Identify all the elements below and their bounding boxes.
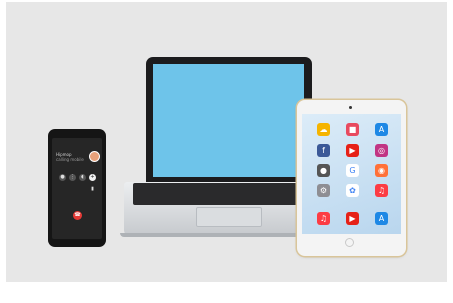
add-call-icon[interactable]: + bbox=[89, 174, 96, 181]
tablet-home-button[interactable] bbox=[345, 238, 354, 247]
mute-icon[interactable]: ● bbox=[59, 174, 66, 181]
hangup-icon[interactable]: ☎ bbox=[73, 211, 82, 220]
settings-icon[interactable]: ⚙ bbox=[317, 184, 330, 197]
facebook-icon[interactable]: f bbox=[317, 144, 330, 157]
firefox-icon[interactable]: ◉ bbox=[375, 164, 388, 177]
google-icon[interactable]: G bbox=[346, 164, 359, 177]
music-dock-icon[interactable]: ♫ bbox=[317, 212, 330, 225]
youtube-icon[interactable]: ▶ bbox=[346, 144, 359, 157]
instagram-icon[interactable]: ◎ bbox=[375, 144, 388, 157]
laptop-trackpad bbox=[196, 207, 262, 227]
laptop-screen bbox=[153, 64, 304, 177]
laptop-keyboard bbox=[133, 183, 301, 205]
speaker-icon[interactable]: ◖ bbox=[79, 174, 86, 181]
photo-booth-icon[interactable]: ■ bbox=[346, 123, 359, 136]
weather-app-icon[interactable]: ☁ bbox=[317, 123, 330, 136]
camera-icon[interactable]: ● bbox=[317, 164, 330, 177]
music-icon[interactable]: ♫ bbox=[375, 184, 388, 197]
photos-icon[interactable]: ✿ bbox=[346, 184, 359, 197]
call-status: calling mobile bbox=[56, 157, 84, 162]
keypad-icon[interactable]: ⋮ bbox=[69, 174, 76, 181]
caller-avatar bbox=[89, 151, 100, 162]
laptop-front-edge bbox=[120, 233, 314, 237]
app-store-dock-icon[interactable]: A bbox=[375, 212, 388, 225]
youtube-dock-icon[interactable]: ▶ bbox=[346, 212, 359, 225]
hold-icon[interactable]: ▮ bbox=[89, 186, 96, 193]
app-store-icon[interactable]: A bbox=[375, 123, 388, 136]
product-photo: Hipmop calling mobile ● ⋮ ◖ + ▮ ☎ ☁ ■ Af ▶ ◎… bbox=[0, 0, 453, 303]
tablet-camera bbox=[349, 106, 352, 109]
